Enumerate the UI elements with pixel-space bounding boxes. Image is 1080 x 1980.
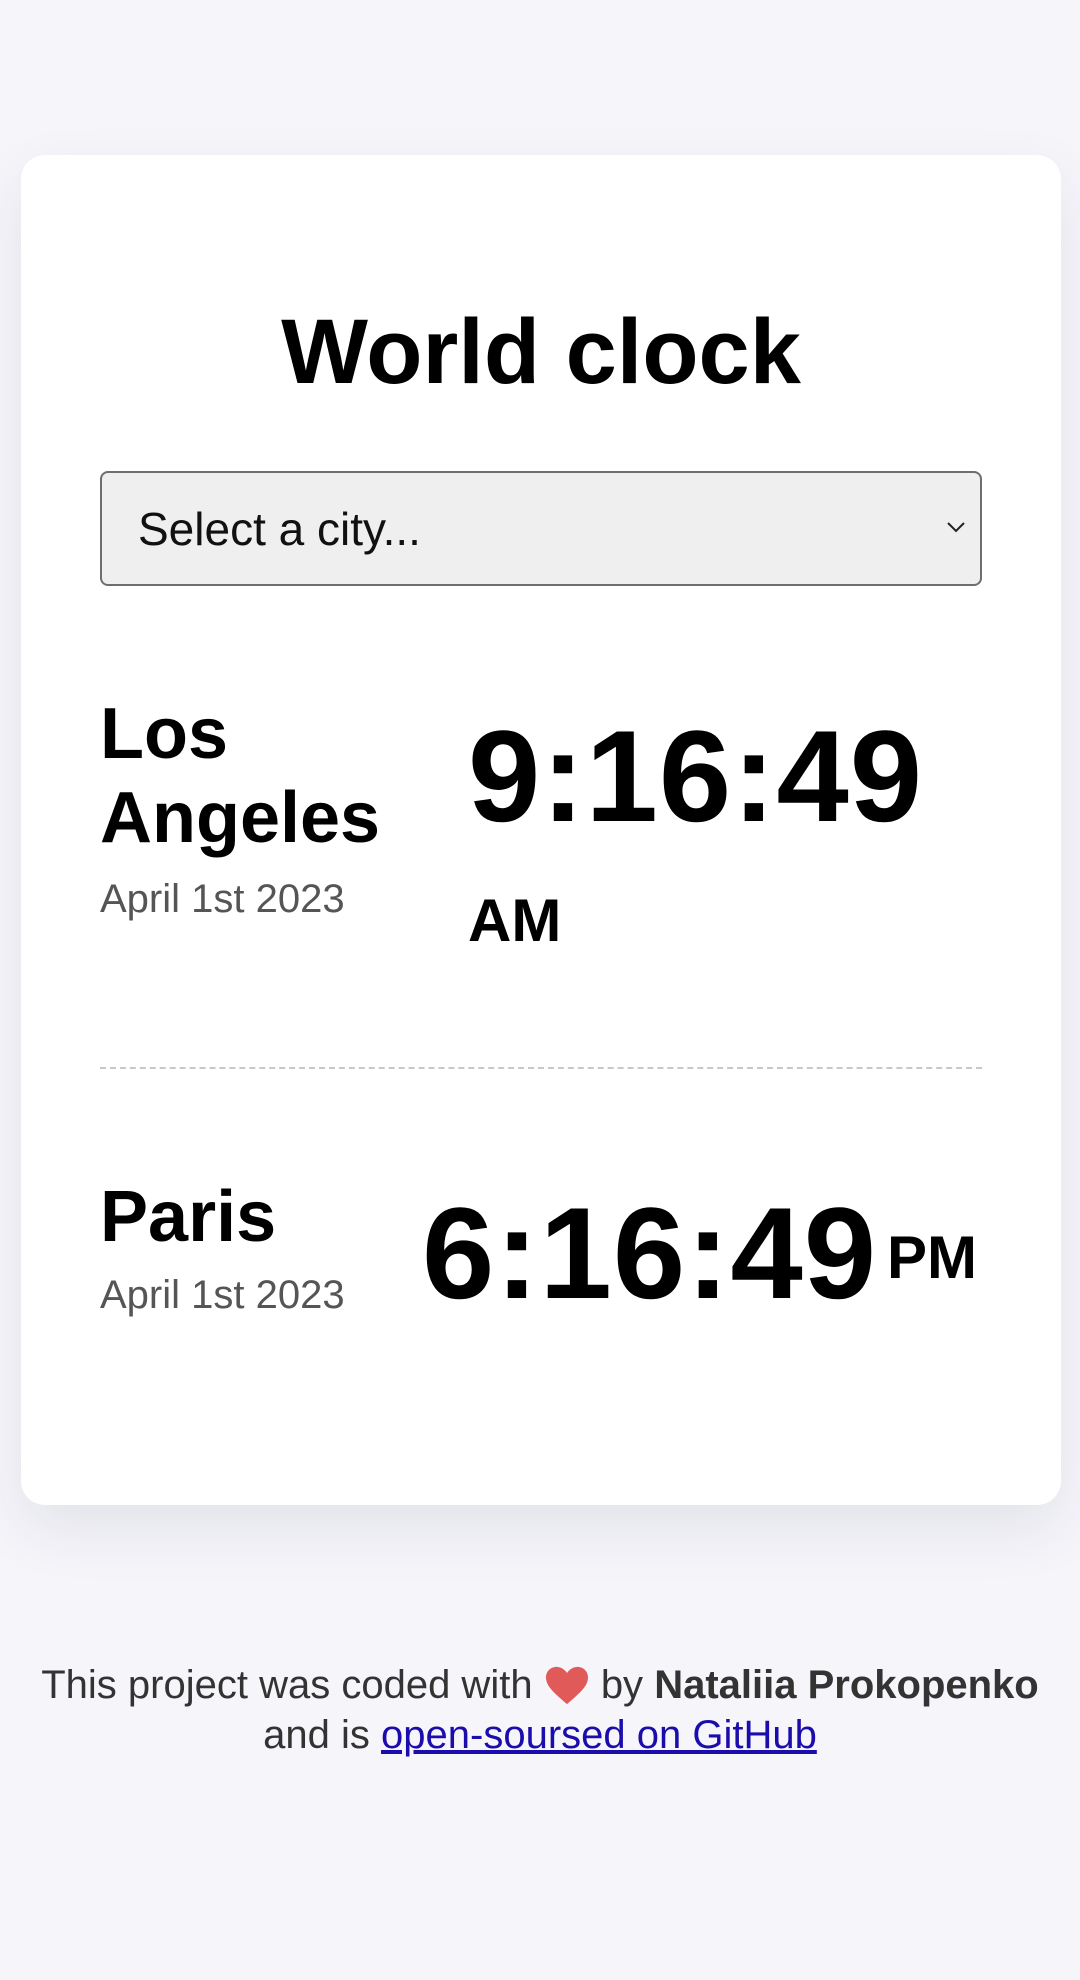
city-date: April 1st 2023 xyxy=(100,877,345,921)
city-name: Los Angeles xyxy=(100,694,381,858)
github-link[interactable]: open-soursed on GitHub xyxy=(381,1713,817,1757)
city-select-value: Select a city... xyxy=(138,502,421,555)
chevron-down-icon xyxy=(947,522,965,533)
city-name: Paris xyxy=(100,1177,277,1257)
page-title: World clock xyxy=(281,301,801,403)
footer-line-1: This project was coded with by Nataliia … xyxy=(41,1663,1039,1707)
city-divider xyxy=(100,1067,982,1069)
city-ampm: PM xyxy=(887,1224,977,1291)
city-ampm: AM xyxy=(468,887,562,954)
city-date: April 1st 2023 xyxy=(100,1273,345,1317)
author-name: Nataliia Prokopenko xyxy=(654,1663,1039,1707)
city-time: 6:16:49 xyxy=(422,1180,878,1326)
footer-line-2: and is open-soursed on GitHub xyxy=(263,1713,817,1757)
city-time: 9:16:49 xyxy=(468,703,924,849)
city-select[interactable]: Select a city... xyxy=(100,471,982,586)
heart-icon xyxy=(545,1666,588,1705)
world-clock-card: World clock Select a city... Los Angeles… xyxy=(21,155,1061,1505)
footer: This project was coded with by Nataliia … xyxy=(0,1660,1080,1760)
